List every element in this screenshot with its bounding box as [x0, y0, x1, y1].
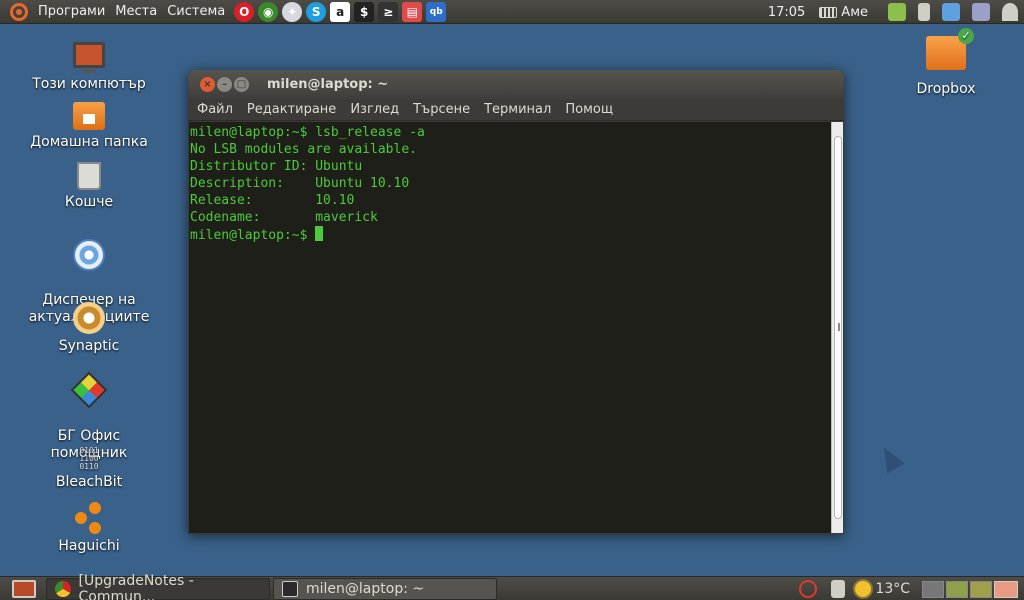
terminal-menubar: Файл Редактиране Изглед Търсене Терминал… [188, 99, 844, 121]
menu-edit[interactable]: Редактиране [240, 102, 343, 117]
menu-help[interactable]: Помощ [558, 102, 620, 117]
minimize-button[interactable]: – [217, 77, 232, 92]
skype-icon[interactable]: S [306, 1, 327, 22]
terminal-line: No LSB modules are available. [190, 142, 417, 157]
keyboard-layout[interactable]: Аме [841, 5, 868, 20]
workspace-3[interactable] [970, 580, 992, 598]
archive-icon[interactable]: ▤ [402, 1, 423, 22]
window-title: milen@laptop: ~ [267, 77, 389, 92]
keyboard-icon [819, 6, 838, 18]
desktop-icon-computer[interactable]: Този компютър [0, 42, 178, 93]
desktop-icon-label: Този компютър [32, 76, 146, 92]
terminal-prompt-line[interactable]: milen@laptop:~$ [190, 226, 831, 244]
clock[interactable]: 17:05 [768, 5, 805, 20]
terminal-window[interactable]: × – □ milen@laptop: ~ Файл Редактиране И… [188, 70, 844, 534]
desktop-icon-trash[interactable]: Кошче [0, 162, 178, 211]
terminal-line: Codename: maverick [190, 210, 378, 225]
terminal-line: Distributor ID: Ubuntu [190, 159, 363, 174]
bottom-right-tray: 13°C [799, 577, 1024, 600]
desktop-icon-dropbox[interactable]: ✓ Dropbox [896, 28, 996, 98]
top-menus: Програми Места Система [0, 0, 230, 24]
text-cursor [315, 226, 324, 241]
top-panel: Програми Места Система O ◉ ✦ Sa $ ≥ ▤ qb 17:05 … [0, 0, 1024, 24]
power-icon[interactable] [799, 580, 818, 598]
menu-search[interactable]: Търсене [406, 102, 477, 117]
desktop-icon-home[interactable]: Домашна папка [0, 102, 178, 151]
menu-terminal[interactable]: Терминал [477, 102, 558, 117]
desktop-icon-haguichi[interactable]: Haguichi [0, 502, 178, 555]
dropbox-folder-icon: ✓ [926, 28, 974, 70]
trash-icon [77, 162, 101, 190]
workspace-4[interactable] [994, 580, 1018, 598]
desktop-icon-label: Haguichi [58, 538, 120, 554]
mouse-pointer-icon [875, 442, 905, 474]
battery-applet-icon[interactable] [831, 580, 846, 598]
dropbox-tray-icon[interactable] [942, 3, 960, 21]
maximize-button[interactable]: □ [234, 77, 249, 92]
desktop-icon-label: Synaptic [58, 338, 120, 354]
opera-icon[interactable]: O [234, 1, 255, 22]
weather-sun-icon[interactable] [855, 581, 872, 597]
haguichi-icon [73, 502, 105, 534]
desktop-icon-label: Dropbox [916, 81, 976, 97]
chrome-icon [55, 581, 71, 597]
qbittorrent-icon[interactable]: qb [426, 1, 447, 22]
menu-places[interactable]: Места [110, 4, 162, 19]
bleachbit-icon: 0101 1100 0110 [79, 446, 99, 471]
home-folder-icon [73, 102, 105, 130]
desktop-icon-label: Кошче [64, 194, 114, 210]
show-desktop-button[interactable] [12, 579, 36, 598]
k-icon[interactable] [972, 3, 990, 21]
temperature[interactable]: 13°C [875, 581, 910, 597]
terminal-line: milen@laptop:~$ lsb_release -a [190, 125, 425, 140]
terminal-prompt: milen@laptop:~$ [190, 228, 316, 243]
vertical-scrollbar[interactable] [831, 122, 843, 533]
remote-desktop-icon[interactable]: ≥ [378, 1, 399, 22]
taskbar-item-browser[interactable]: [UpgradeNotes - Commun... [46, 573, 270, 600]
workspace-1[interactable] [922, 580, 944, 598]
terminal-icon[interactable]: $ [354, 1, 375, 22]
terminal-icon [282, 581, 298, 597]
menu-view[interactable]: Изглед [343, 102, 406, 117]
synaptic-icon [73, 302, 105, 334]
terminal-line: Description: Ubuntu 10.10 [190, 176, 410, 191]
bg-office-icon [70, 371, 108, 409]
tray-icons [882, 3, 1024, 21]
bottom-panel: [UpgradeNotes - Commun... milen@laptop: … [0, 573, 1024, 600]
window-titlebar[interactable]: × – □ milen@laptop: ~ [188, 70, 844, 99]
taskbar-item-label: milen@laptop: ~ [306, 581, 425, 597]
pidgin-icon[interactable]: ✦ [282, 1, 303, 22]
sync-check-icon: ✓ [958, 28, 974, 44]
desktop-icon-label: BleachBit [55, 474, 123, 490]
battery-icon[interactable] [888, 3, 906, 21]
menu-applications[interactable]: Програми [33, 4, 110, 19]
desktop-icon-synaptic[interactable]: Synaptic [0, 302, 178, 355]
terminal-output[interactable]: milen@laptop:~$ lsb_release -a No LSB mod… [189, 122, 831, 533]
volume-icon[interactable] [918, 3, 930, 21]
scrollbar-thumb[interactable] [834, 136, 842, 519]
close-button[interactable]: × [200, 77, 215, 92]
terminal-line: Release: 10.10 [190, 193, 355, 208]
taskbar-item-label: [UpgradeNotes - Commun... [78, 573, 194, 600]
update-manager-icon [73, 239, 105, 271]
chrome-icon[interactable]: ◉ [258, 1, 279, 22]
top-right-tray: 17:05 Аме [768, 0, 1024, 24]
menu-system[interactable]: Система [162, 4, 230, 19]
amarok-icon[interactable]: a [330, 1, 351, 22]
wifi-icon[interactable] [1002, 3, 1018, 21]
workspace-2[interactable] [946, 580, 968, 598]
ubuntu-logo-icon[interactable] [10, 2, 28, 21]
computer-icon [73, 42, 105, 73]
scrollbar-grip-icon [838, 323, 840, 331]
taskbar-item-terminal[interactable]: milen@laptop: ~ [273, 578, 497, 600]
desktop-icon-label: Домашна папка [30, 134, 148, 150]
launchers: O ◉ ✦ Sa $ ≥ ▤ qb [232, 1, 448, 22]
menu-file[interactable]: Файл [188, 102, 240, 117]
desktop-icon-bleachbit[interactable]: 0101 1100 0110 BleachBit [0, 444, 178, 491]
